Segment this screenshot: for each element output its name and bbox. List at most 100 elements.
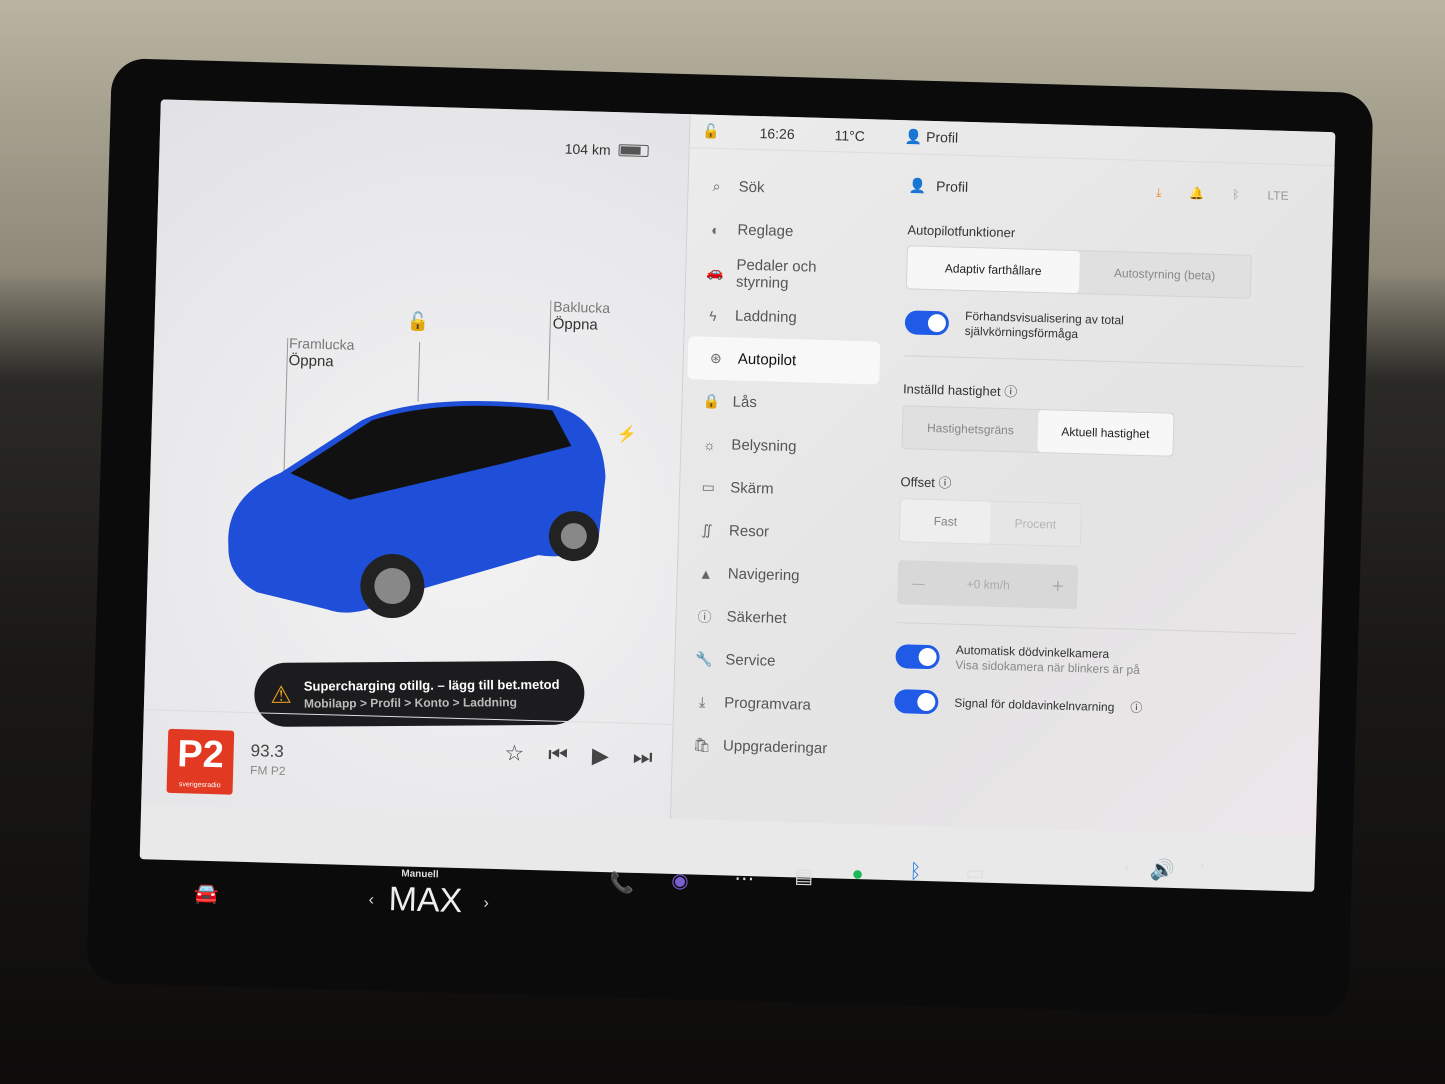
profile-shortcut[interactable]: 👤 Profil [905,128,959,146]
station-logo: P2 sverigesradio [166,728,235,795]
trunk-button[interactable]: Baklucka Öppna [553,298,611,334]
person-icon: 👤 [908,176,927,194]
spotify-icon[interactable]: ● [851,863,864,886]
battery-icon [618,144,649,158]
previous-track-icon[interactable]: ⏮ [548,741,569,768]
calendar-icon[interactable]: ▤ [794,863,814,889]
nav-item-label: Laddning [734,307,797,327]
fsd-preview-label: Förhandsvisualisering av total självkörn… [964,308,1125,342]
nav-item-uppgraderingar[interactable]: 🛍 Uppgraderingar [672,723,873,772]
light-icon: ☼ [702,436,717,453]
lock-status-icon[interactable]: 🔓 [702,123,720,140]
nav-item-säkerhet[interactable]: ⓘ Säkerhet [676,594,877,643]
play-icon[interactable]: ▶ [592,743,610,769]
warning-icon: ⚠ [270,681,292,709]
volume-left-chevron[interactable]: ‹ [1125,859,1130,875]
info-icon[interactable]: ⓘ [938,475,951,490]
range-text: 104 km [564,140,611,158]
alert-subtitle: Mobilapp > Profil > Konto > Laddning [303,695,517,711]
nav-item-resor[interactable]: ∬ Resor [678,508,879,557]
unlock-icon[interactable]: 🔓 [406,311,429,333]
nav-item-belysning[interactable]: ☼ Belysning [681,422,882,471]
offset-type-selector: Fast Procent [898,498,1082,548]
nav-item-reglage[interactable]: ◐ Reglage [687,207,888,256]
car-panel: 104 km Framlucka Öppna Baklucka Öppna 🔓 ⚡ … [141,99,691,819]
profile-name: Profil [935,178,969,195]
bell-icon[interactable]: 🔔 [1189,186,1204,201]
next-track-icon[interactable]: ⏭ [633,744,654,771]
option-speed-limit[interactable]: Hastighetsgräns [902,406,1038,452]
charge-port-bolt-icon[interactable]: ⚡ [616,424,636,445]
car-icon: 🚗 [706,263,724,281]
settings-nav: ⌕ Sök ◐ Reglage 🚗 Pedaler och styrning ϟ Laddn… [672,164,889,771]
nav-item-service[interactable]: 🔧 Service [675,637,876,686]
info-icon[interactable]: ⓘ [1004,384,1017,399]
autopilot-features-label: Autopilotfunktioner [907,222,1016,241]
volume-right-chevron[interactable]: › [1200,857,1205,873]
nav-item-programvara[interactable]: ⤓ Programvara [674,680,875,729]
camera-icon[interactable]: ◉ [671,868,689,893]
toggle-icon: ◐ [710,221,720,238]
bluetooth-icon[interactable]: ᛒ [1232,187,1240,202]
lte-signal-icon: LTE [1267,188,1289,203]
blind-spot-chime-toggle[interactable] [894,689,939,715]
fan-right-chevron[interactable]: › [483,895,489,913]
option-autosteer[interactable]: Autostyrning (beta) [1078,251,1251,298]
frunk-button[interactable]: Framlucka Öppna [288,335,354,371]
option-adaptive-cruise[interactable]: Adaptiv farthållare [906,246,1080,294]
nav-item-label: Lås [732,393,758,412]
search-field[interactable]: ⌕ Sök [688,164,889,213]
nav-item-navigering[interactable]: ▲ Navigering [677,551,878,600]
settings-panel: 🔓 16:26 11°C 👤 Profil ⌕ Sök ◐ Reglage 🚗 Peda… [670,114,1336,837]
alert-title: Supercharging otillg. – lägg till bet.me… [303,676,560,694]
nav-item-label: Pedaler och styrning [735,256,817,292]
nav-item-skärm[interactable]: ▭ Skärm [680,465,881,514]
phone-icon[interactable]: 📞 [609,870,635,896]
fsd-preview-toggle[interactable] [904,310,950,336]
option-fixed[interactable]: Fast [899,499,991,544]
nav-item-label: Uppgraderingar [722,737,828,758]
set-speed-selector: Hastighetsgräns Aktuell hastighet [901,405,1175,457]
option-percent[interactable]: Procent [990,502,1081,546]
increment-button[interactable]: + [1052,575,1064,598]
favorite-star-icon[interactable]: ☆ [504,740,524,767]
wrench-icon: 🔧 [695,650,714,668]
blind-spot-camera-toggle[interactable] [895,644,940,670]
outside-temp: 11°C [834,126,866,144]
bluetooth-app-icon[interactable]: ᛒ [909,861,922,884]
nav-item-lås[interactable]: 🔒 Lås [682,379,883,428]
download-icon[interactable]: ⤓ [1156,185,1162,200]
fan-speed[interactable]: MAX [388,880,463,921]
dashcam-icon[interactable]: ▭ [965,860,985,886]
bag-icon: 🛍 [692,736,712,753]
media-player: P2 sverigesradio 93.3 FM P2 ☆ ⏮ ▶ ⏭ [141,709,674,819]
nav-item-pedaler-och-styrning[interactable]: 🚗 Pedaler och styrning [686,250,887,299]
option-current-speed[interactable]: Aktuell hastighet [1037,410,1174,456]
nav-item-label: Säkerhet [726,608,787,628]
nav-item-label: Belysning [731,436,797,456]
info-icon[interactable]: ⓘ [1130,700,1142,715]
car-icon[interactable]: 🚘 [193,881,219,907]
nav-item-label: Reglage [737,221,794,241]
offset-stepper: — +0 km/h + [897,560,1079,610]
search-icon: ⌕ [712,177,721,195]
touchscreen: 104 km Framlucka Öppna Baklucka Öppna 🔓 ⚡ … [139,99,1336,892]
more-apps-icon[interactable]: ⋯ [734,866,755,892]
nav-item-label: Service [725,651,776,670]
nav-item-label: Programvara [723,694,812,714]
volume-icon[interactable]: 🔊 [1149,857,1175,883]
nav-item-label: Skärm [729,479,774,498]
navigation-icon: ▲ [698,565,713,582]
trunk-action: Öppna [552,315,599,334]
frunk-label: Framlucka [288,335,355,353]
nav-item-autopilot[interactable]: ⊛ Autopilot [687,336,881,385]
station-band: FM P2 [249,763,286,779]
nav-item-laddning[interactable]: ϟ Laddning [684,293,885,342]
nav-item-label: Resor [728,522,770,541]
decrement-button[interactable]: — [911,575,924,590]
trunk-label: Baklucka [553,298,611,317]
steering-wheel-icon: ⊛ [709,349,722,367]
fan-left-chevron[interactable]: ‹ [368,891,374,909]
safety-icon: ⓘ [697,608,712,625]
download-icon: ⤓ [698,693,706,710]
